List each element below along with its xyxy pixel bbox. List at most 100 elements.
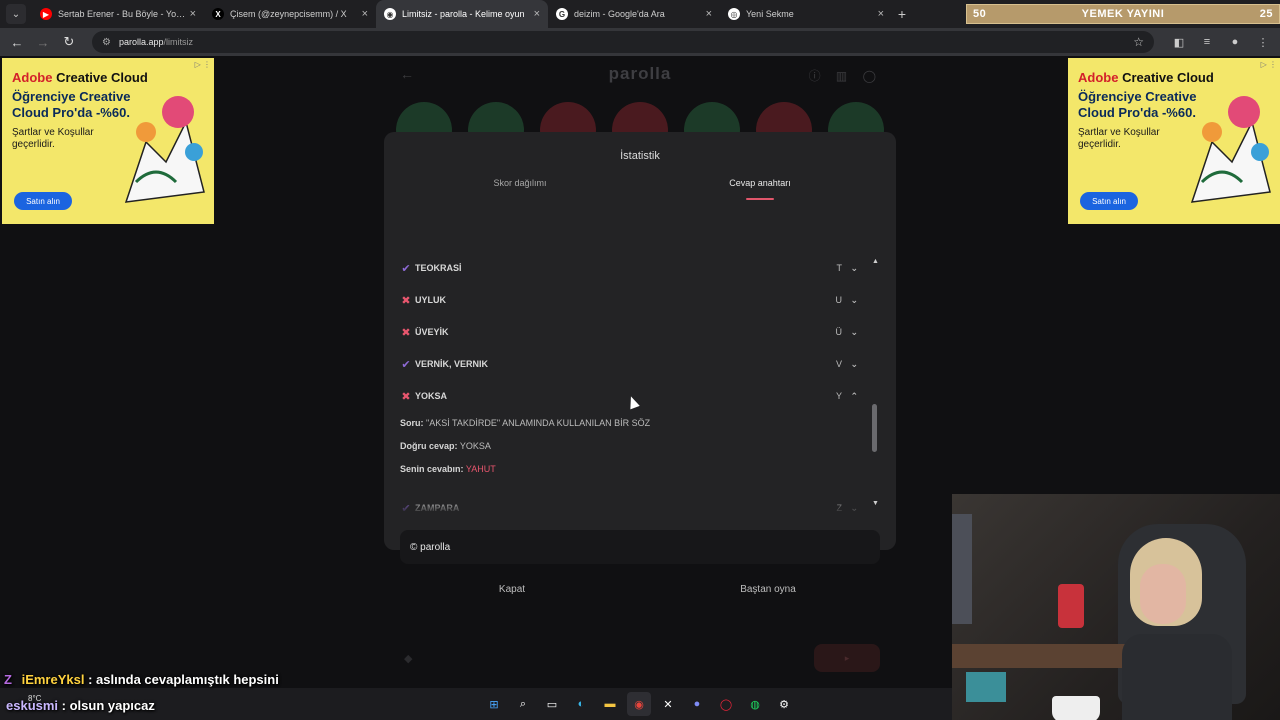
- chevron-up-icon[interactable]: ⌃: [850, 391, 858, 402]
- tab-title: deizim - Google'da Ara: [574, 9, 665, 19]
- ad-terms: Şartlar ve Koşullar geçerlidir.: [1078, 127, 1160, 150]
- answer-letter: V: [835, 359, 842, 369]
- statistics-modal: İstatistik Skor dağılımı Cevap anahtarı …: [384, 132, 896, 595]
- scrollbar-thumb[interactable]: [872, 404, 877, 452]
- scrollbar[interactable]: ▲ ▼: [872, 258, 879, 510]
- ad-terms: Şartlar ve Koşullar geçerlidir.: [12, 127, 94, 150]
- browser-tab[interactable]: ◉ Limitsiz - parolla - Kelime oyun ×: [376, 0, 548, 28]
- scroll-down-arrow-icon[interactable]: ▼: [872, 500, 879, 507]
- ad-cta-button[interactable]: Satın alın: [1080, 192, 1138, 210]
- tab-search-button[interactable]: ⌄: [6, 4, 26, 24]
- chat-message: Z iEmreYksl : aslında cevaplamıştık heps…: [4, 672, 279, 687]
- settings-icon[interactable]: ⚙: [772, 692, 796, 716]
- restart-button[interactable]: Baştan oyna: [640, 584, 896, 595]
- close-button[interactable]: Kapat: [384, 584, 640, 595]
- chat-username: iEmreYksl: [21, 672, 85, 687]
- header-icons[interactable]: ⓘ ▥ ◯: [809, 67, 882, 84]
- correct-answer: YOKSA: [459, 441, 491, 451]
- browser-toolbar: ← → ↻ ⚙ parolla.app/limitsiz ☆ ◧ ≡ ● ⋮: [0, 28, 1280, 56]
- correct-answer-line: Doğru cevap: YOKSA: [400, 441, 491, 451]
- file-explorer-icon[interactable]: ▬: [598, 692, 622, 716]
- back-button[interactable]: ←: [6, 31, 28, 53]
- question-line: Soru: "AKSİ TAKDİRDE" ANLAMINDA KULLANIL…: [400, 418, 650, 428]
- close-tab-icon[interactable]: ×: [362, 8, 368, 20]
- close-tab-icon[interactable]: ×: [706, 8, 712, 20]
- browser-tab[interactable]: X Çisem (@zeynepcisemm) / X ×: [204, 0, 376, 28]
- correct-answer-label: Doğru cevap:: [400, 441, 458, 451]
- answer-letter: Y: [835, 391, 842, 401]
- chat-username: eskusmi: [6, 698, 59, 713]
- ad-choices-icon[interactable]: ▷ ⋮: [1261, 60, 1277, 69]
- banner-right-count: 25: [1259, 8, 1273, 20]
- extensions-icon[interactable]: ◧: [1168, 31, 1190, 53]
- faint-button: ▸: [814, 644, 880, 672]
- stream-goal-banner: 50 YEMEK YAYINI 25: [966, 4, 1280, 24]
- search-icon[interactable]: ⌕: [511, 692, 535, 716]
- cross-icon: ✖: [401, 390, 411, 403]
- menu-kebab-icon[interactable]: ⋮: [1252, 31, 1274, 53]
- parolla-icon: ◉: [384, 8, 396, 20]
- chat-text: : aslında cevaplamıştık hepsini: [88, 672, 279, 687]
- close-tab-icon[interactable]: ×: [190, 8, 196, 20]
- cross-icon: ✖: [401, 294, 411, 307]
- address-bar[interactable]: ⚙ parolla.app/limitsiz ☆: [92, 31, 1154, 53]
- bookmark-star-icon[interactable]: ☆: [1133, 35, 1144, 49]
- opera-icon[interactable]: ◯: [714, 692, 738, 716]
- microphone-icon: [1058, 584, 1084, 628]
- edge-icon[interactable]: ◐: [569, 692, 593, 716]
- chrome-icon[interactable]: ◉: [627, 692, 651, 716]
- close-tab-icon[interactable]: ×: [534, 8, 540, 20]
- answer-word: UYLUK: [415, 295, 446, 305]
- your-answer-label: Senin cevabın:: [400, 464, 464, 474]
- cross-icon: ✖: [401, 326, 411, 339]
- youtube-icon: ▶: [40, 8, 52, 20]
- answer-letter: Ü: [835, 327, 843, 337]
- spotify-icon[interactable]: ◍: [743, 692, 767, 716]
- ad-illustration: [1190, 96, 1271, 203]
- answer-word: ÜVEYİK: [415, 327, 449, 337]
- chevron-down-icon[interactable]: ⌄: [850, 263, 858, 274]
- ad-choices-icon[interactable]: ▷ ⋮: [195, 60, 211, 69]
- ad-banner-right[interactable]: ▷ ⋮ Adobe Creative Cloud Öğrenciye Creat…: [1068, 58, 1280, 224]
- new-tab-button[interactable]: +: [892, 6, 912, 22]
- reload-button[interactable]: ↻: [58, 31, 80, 53]
- url-path: /limitsiz: [163, 37, 194, 47]
- tab-title: Sertab Erener - Bu Böyle - YouT: [58, 9, 186, 19]
- url-host: parolla.app: [118, 37, 164, 47]
- chevron-down-icon[interactable]: ⌄: [850, 295, 858, 306]
- answer-list[interactable]: ✔ TEOKRASİ T ⌄ ✖ UYLUK U ⌄ ✖ ÜVEYİK Ü ⌄ ✔ VERNİK, VER…: [384, 132, 896, 514]
- tab-title: Yeni Sekme: [746, 9, 794, 19]
- answer-row[interactable]: ✖ UYLUK U ⌄: [400, 284, 860, 316]
- share-box[interactable]: © parolla: [400, 530, 880, 564]
- profile-avatar-icon[interactable]: ●: [1224, 31, 1246, 53]
- ad-cta-button[interactable]: Satın alın: [14, 192, 72, 210]
- x-app-icon[interactable]: ✕: [656, 692, 680, 716]
- answer-row[interactable]: ✔ TEOKRASİ T ⌄: [400, 252, 860, 284]
- tab-title: Limitsiz - parolla - Kelime oyun: [402, 9, 525, 19]
- chevron-down-icon[interactable]: ⌄: [850, 327, 858, 338]
- chevron-down-icon[interactable]: ⌄: [850, 359, 858, 370]
- webcam-overlay: [952, 494, 1280, 720]
- close-tab-icon[interactable]: ×: [878, 8, 884, 20]
- browser-tab[interactable]: ◎ Yeni Sekme ×: [720, 0, 892, 28]
- question-label: Soru:: [400, 418, 424, 428]
- x-icon: X: [212, 8, 224, 20]
- google-icon: G: [556, 8, 568, 20]
- media-control-icon[interactable]: ≡: [1196, 31, 1218, 53]
- ad-illustration: [124, 96, 205, 203]
- ad-banner-left[interactable]: ▷ ⋮ Adobe Creative Cloud Öğrenciye Creat…: [2, 58, 214, 224]
- list-fade: [384, 498, 864, 514]
- taskbar-apps: ⊞ ⌕ ▭ ◐ ▬ ◉ ✕ ● ◯ ◍ ⚙: [482, 692, 801, 716]
- task-view-icon[interactable]: ▭: [540, 692, 564, 716]
- your-answer-line: Senin cevabın: YAHUT: [400, 464, 496, 474]
- browser-tab[interactable]: ▶ Sertab Erener - Bu Böyle - YouT ×: [32, 0, 204, 28]
- site-info-icon[interactable]: ⚙: [102, 37, 111, 48]
- discord-icon[interactable]: ●: [685, 692, 709, 716]
- answer-row[interactable]: ✖ ÜVEYİK Ü ⌄: [400, 316, 860, 348]
- scroll-up-arrow-icon[interactable]: ▲: [872, 258, 879, 265]
- browser-tab[interactable]: Gdeizim - Google'da Ara ×: [548, 0, 720, 28]
- answer-row[interactable]: ✔ VERNİK, VERNIK V ⌄: [400, 348, 860, 380]
- screen: ⌄ ▶ Sertab Erener - Bu Böyle - YouT × X Çise…: [0, 0, 1280, 720]
- forward-button[interactable]: →: [32, 31, 54, 53]
- windows-start-icon[interactable]: ⊞: [482, 692, 506, 716]
